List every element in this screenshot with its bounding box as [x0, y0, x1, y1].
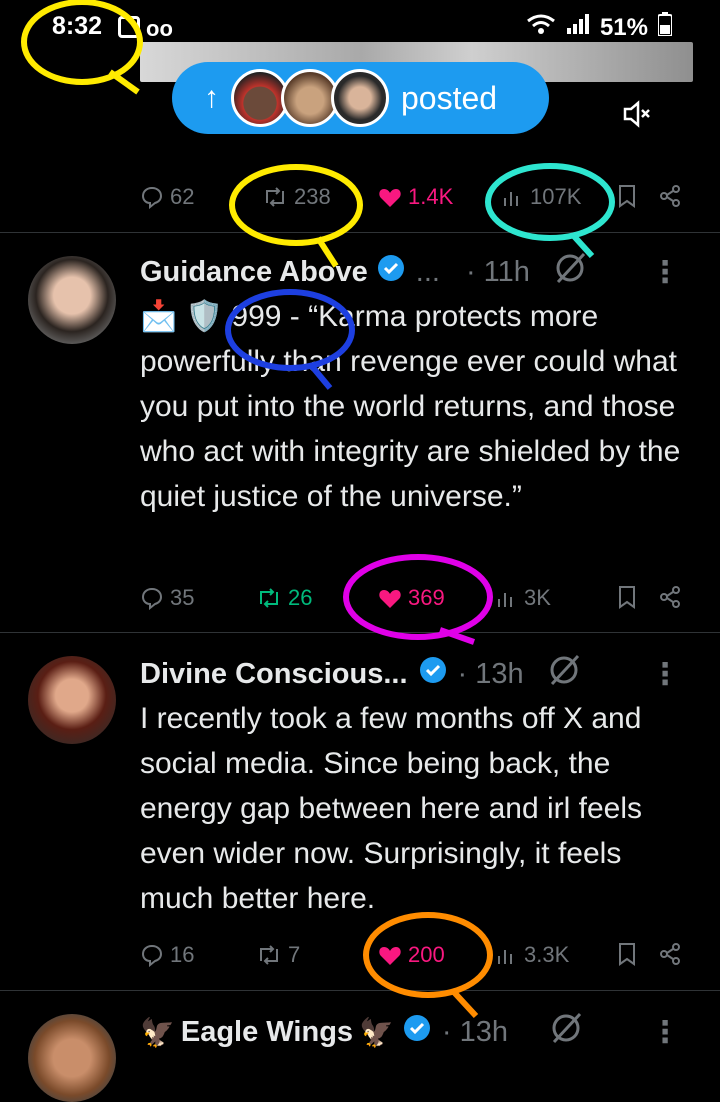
author-decoration: 🦅 — [140, 1016, 175, 1048]
repost-count: 26 — [288, 585, 313, 610]
like-button[interactable]: 1.4K — [378, 184, 453, 210]
share-icon — [660, 586, 680, 608]
reply-icon — [141, 587, 163, 610]
grok-icon[interactable] — [546, 652, 582, 696]
author-name[interactable]: Guidance Above — [140, 256, 368, 289]
bookmark-button[interactable] — [616, 184, 638, 208]
prev-post-actions: 62 238 1.4K 107K — [140, 176, 690, 216]
repost-button[interactable]: 26 — [256, 585, 312, 611]
reply-count: 62 — [170, 184, 195, 209]
bookmark-icon — [619, 586, 635, 609]
share-button[interactable] — [658, 942, 682, 966]
reply-button[interactable]: 35 — [140, 585, 194, 611]
reply-icon — [141, 944, 163, 967]
post-body: I recently took a few months off X and s… — [140, 702, 643, 915]
grok-icon[interactable] — [548, 1010, 584, 1054]
divider — [0, 632, 720, 633]
views-button[interactable]: 107K — [502, 184, 581, 210]
like-count: 369 — [408, 585, 445, 610]
verified-badge-icon — [376, 253, 406, 291]
reply-icon — [141, 186, 163, 209]
repost-button[interactable]: 238 — [262, 184, 331, 210]
wifi-icon — [526, 13, 556, 42]
status-time: 8:32 — [52, 12, 103, 40]
heart-filled-icon — [379, 189, 401, 207]
post-time[interactable]: · 13h — [458, 658, 524, 691]
reply-count: 16 — [170, 942, 195, 967]
views-button[interactable]: 3K — [496, 585, 551, 611]
post-text: 📩 🛡️ 999 - “Karma protects more powerful… — [140, 294, 700, 519]
avatar — [331, 69, 389, 127]
bookmark-icon — [619, 943, 635, 966]
avatar[interactable] — [28, 256, 116, 344]
more-options-icon[interactable]: ⋮ — [650, 255, 680, 290]
verified-badge-icon — [402, 1013, 432, 1051]
like-button[interactable]: 200 — [378, 942, 445, 968]
status-right: 51% — [526, 12, 673, 43]
views-count: 3K — [524, 585, 551, 610]
repost-count: 238 — [294, 184, 331, 209]
repost-count: 7 — [288, 942, 301, 967]
divider — [0, 232, 720, 233]
arrow-up-icon: ↑ — [204, 81, 219, 114]
views-icon — [498, 950, 512, 964]
author-decoration: 🦅 — [359, 1016, 394, 1048]
avatar[interactable] — [28, 656, 116, 744]
notification-icon — [118, 16, 140, 38]
divider — [0, 990, 720, 991]
annotation-tail — [108, 69, 140, 95]
pill-label: posted — [401, 79, 498, 116]
mute-icon[interactable] — [622, 100, 652, 133]
repost-button[interactable]: 7 — [256, 942, 300, 968]
post-header: Divine Conscious... · 13h — [140, 652, 582, 696]
repost-icon — [260, 945, 278, 965]
post-header: Guidance Above ... · 11h — [140, 250, 588, 294]
like-count: 200 — [408, 942, 445, 967]
more-options-icon[interactable]: ⋮ — [650, 1015, 680, 1050]
post-emoji-prefix: 📩 🛡️ — [140, 300, 232, 333]
share-icon — [660, 943, 680, 965]
author-name[interactable]: Divine Conscious... — [140, 658, 408, 691]
pill-avatars — [231, 69, 389, 127]
like-count: 1.4K — [408, 184, 454, 209]
verified-badge-icon — [418, 655, 448, 693]
views-button[interactable]: 3.3K — [496, 942, 569, 968]
share-button[interactable] — [658, 184, 682, 208]
reply-count: 35 — [170, 585, 195, 610]
views-icon — [504, 192, 518, 206]
post-time[interactable]: · 11h — [466, 256, 530, 289]
reply-button[interactable]: 62 — [140, 184, 194, 210]
repost-icon — [260, 588, 278, 608]
heart-filled-icon — [379, 947, 401, 965]
share-icon — [660, 185, 680, 207]
like-button[interactable]: 369 — [378, 585, 445, 611]
more-options-icon[interactable]: ⋮ — [650, 657, 680, 692]
repost-icon — [266, 187, 284, 207]
voicemail-icon: oo — [146, 16, 173, 41]
battery-icon — [657, 12, 673, 43]
reply-button[interactable]: 16 — [140, 942, 194, 968]
post-time[interactable]: · 13h — [442, 1016, 508, 1049]
post-actions: 16 7 200 3.3K — [140, 934, 690, 974]
views-count: 107K — [530, 184, 582, 209]
bookmark-button[interactable] — [616, 585, 638, 609]
avatar[interactable] — [28, 1014, 116, 1102]
share-button[interactable] — [658, 585, 682, 609]
bookmark-icon — [619, 185, 635, 208]
new-posts-pill[interactable]: ↑ posted — [172, 62, 549, 134]
post-header: 🦅 Eagle Wings 🦅 · 13h — [140, 1010, 584, 1054]
views-count: 3.3K — [524, 942, 570, 967]
battery-text: 51% — [599, 13, 648, 41]
ellipsis: ... — [415, 255, 440, 288]
signal-icon — [566, 13, 590, 42]
author-name[interactable]: Eagle Wings — [181, 1016, 353, 1049]
grok-icon[interactable] — [552, 250, 588, 294]
heart-filled-icon — [379, 590, 401, 608]
post-actions: 35 26 369 3K — [140, 577, 690, 617]
bookmark-button[interactable] — [616, 942, 638, 966]
views-icon — [498, 593, 512, 607]
